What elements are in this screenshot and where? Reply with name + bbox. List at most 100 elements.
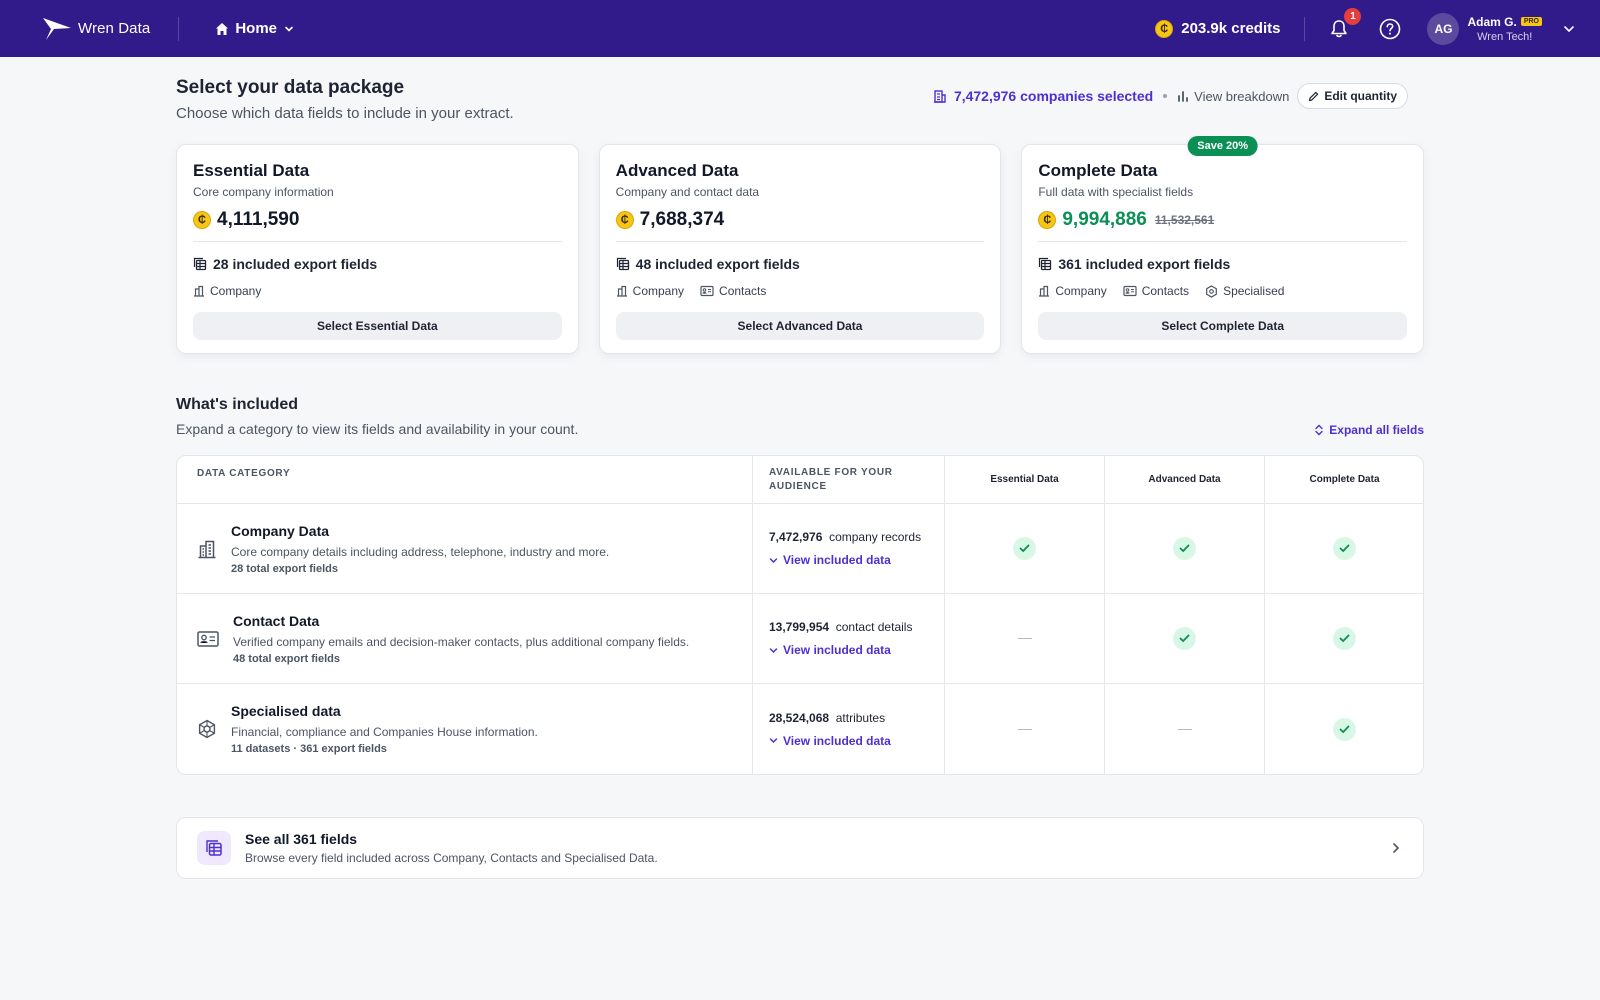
- brand-logo[interactable]: Wren Data: [42, 17, 150, 41]
- column-header-label: Available for your audience: [769, 466, 893, 492]
- section-title: What's included: [176, 396, 299, 413]
- advanced-cell: [1104, 684, 1264, 774]
- category-title: Specialised data: [231, 703, 341, 719]
- building-icon: [616, 285, 627, 297]
- view-included-data-label: View included data: [783, 553, 891, 567]
- tag-specialised: Specialised: [1205, 284, 1284, 298]
- building-icon: [1039, 285, 1050, 297]
- contact-card-icon: [197, 630, 219, 647]
- view-included-data-link[interactable]: View included data: [769, 553, 891, 567]
- page-subtitle: Choose which data fields to include in y…: [176, 105, 514, 122]
- essential-cell: [944, 594, 1104, 683]
- package-cards: Essential Data Core company information …: [176, 136, 1425, 354]
- package-subtitle: Full data with specialist fields: [1038, 185, 1194, 199]
- section-subtitle: Expand a category to view its fields and…: [176, 421, 579, 437]
- package-card-advanced[interactable]: Advanced Data Company and contact data ₵…: [598, 144, 1002, 354]
- complete-cell: [1264, 504, 1423, 593]
- view-included-data-link[interactable]: View included data: [769, 734, 891, 748]
- see-all-fields-card[interactable]: See all 361 fields Browse every field in…: [176, 817, 1424, 879]
- pencil-icon: [1309, 91, 1319, 101]
- package-tags: Company Contacts Specialised: [1038, 284, 1407, 298]
- essential-cell: [944, 684, 1104, 774]
- fields-table-icon: [193, 257, 207, 271]
- home-nav-label: Home: [235, 20, 278, 37]
- package-price-value: 9,994,886: [1062, 209, 1147, 230]
- check-icon: [1333, 537, 1356, 560]
- selection-summary: 7,472,976 companies selected View breakd…: [933, 83, 1408, 109]
- tag-label: Company: [632, 284, 685, 298]
- bar-chart-icon: [1178, 91, 1189, 102]
- package-subtitle: Core company information: [193, 185, 334, 199]
- package-card-complete[interactable]: Save 20% Complete Data Full data with sp…: [1021, 136, 1425, 354]
- edit-quantity-label: Edit quantity: [1324, 89, 1397, 103]
- save-badge: Save 20%: [1187, 136, 1259, 156]
- user-menu[interactable]: AG Adam G. PRO Wren Tech!: [1427, 12, 1576, 45]
- check-icon: [1013, 537, 1036, 560]
- essential-cell: [944, 504, 1104, 593]
- divider: [193, 241, 562, 242]
- complete-cell: [1264, 594, 1423, 683]
- user-company: Wren Tech!: [1477, 30, 1533, 43]
- wren-logo-icon: [43, 17, 71, 40]
- category-title: Company Data: [231, 522, 330, 539]
- help-icon[interactable]: [1379, 18, 1401, 40]
- category-field-count: 28 total export fields: [231, 562, 338, 575]
- package-field-count: 361 included export fields: [1038, 256, 1407, 272]
- expand-all-fields-button[interactable]: Expand all fields: [1314, 423, 1424, 437]
- select-advanced-button[interactable]: Select Advanced Data: [615, 312, 985, 340]
- notifications-button[interactable]: 1: [1327, 7, 1362, 41]
- column-header-label: Complete Data: [1309, 474, 1380, 485]
- user-name: Adam G.: [1467, 14, 1517, 29]
- select-complete-button[interactable]: Select Complete Data: [1038, 312, 1408, 340]
- avatar: AG: [1427, 12, 1460, 45]
- column-header: Essential Data: [944, 456, 1104, 503]
- package-card-essential[interactable]: Essential Data Core company information …: [176, 144, 579, 354]
- not-included-dash: [1017, 728, 1032, 730]
- category-field-count: 11 datasets · 361 export fields: [231, 743, 387, 755]
- credits-balance[interactable]: ₵ 203.9k credits: [1155, 19, 1281, 38]
- tag-company: Company: [616, 284, 684, 298]
- edit-quantity-button[interactable]: Edit quantity: [1297, 83, 1408, 109]
- category-cell: Contact Data Verified company emails and…: [177, 594, 752, 683]
- see-all-subtitle: Browse every field included across Compa…: [245, 851, 658, 865]
- package-field-count-label: 361 included export fields: [1058, 256, 1231, 272]
- tag-contacts: Contacts: [1123, 284, 1189, 298]
- chevron-down-icon: [769, 647, 778, 653]
- tag-label: Contacts: [719, 284, 767, 298]
- home-nav-dropdown[interactable]: Home: [215, 20, 295, 37]
- category-cell: Specialised data Financial, compliance a…: [177, 684, 752, 774]
- package-price-value: 4,111,590: [217, 209, 300, 230]
- package-subtitle: Company and contact data: [615, 185, 760, 199]
- companies-selected[interactable]: 7,472,976 companies selected: [933, 88, 1153, 104]
- complete-cell: [1264, 684, 1423, 774]
- view-breakdown-link[interactable]: View breakdown: [1177, 89, 1289, 104]
- credits-label: 203.9k credits: [1181, 20, 1281, 37]
- category-description: Verified company emails and decision-mak…: [233, 634, 690, 649]
- availability-cell: 13,799,954 contact details View included…: [752, 594, 944, 683]
- package-tags: Company: [193, 284, 562, 298]
- not-included-dash: [1017, 638, 1032, 639]
- check-icon: [1173, 537, 1196, 560]
- package-field-count-label: 28 included export fields: [213, 256, 378, 272]
- view-included-data-link[interactable]: View included data: [769, 643, 891, 657]
- coin-icon: ₵: [1155, 19, 1174, 38]
- availability-count: 7,472,976: [769, 530, 823, 544]
- atom-icon: [198, 719, 216, 739]
- chevron-down-icon: [1564, 25, 1574, 32]
- category-field-count: 48 total export fields: [233, 652, 340, 665]
- column-header: Advanced Data: [1104, 456, 1264, 503]
- tag-label: Contacts: [1141, 284, 1190, 298]
- check-icon: [1173, 627, 1196, 650]
- package-title: Essential Data: [193, 161, 310, 180]
- divider: [1038, 241, 1408, 242]
- check-icon: [1333, 627, 1356, 650]
- availability-unit: company records: [829, 530, 922, 544]
- availability-unit: contact details: [835, 620, 913, 634]
- select-essential-button[interactable]: Select Essential Data: [193, 312, 562, 340]
- notification-count-badge: 1: [1344, 7, 1362, 25]
- building-icon: [194, 285, 204, 297]
- divider: [615, 241, 985, 242]
- tag-company: Company: [1038, 284, 1107, 298]
- contact-card-icon: [700, 285, 714, 297]
- brand-name: Wren Data: [78, 20, 151, 37]
